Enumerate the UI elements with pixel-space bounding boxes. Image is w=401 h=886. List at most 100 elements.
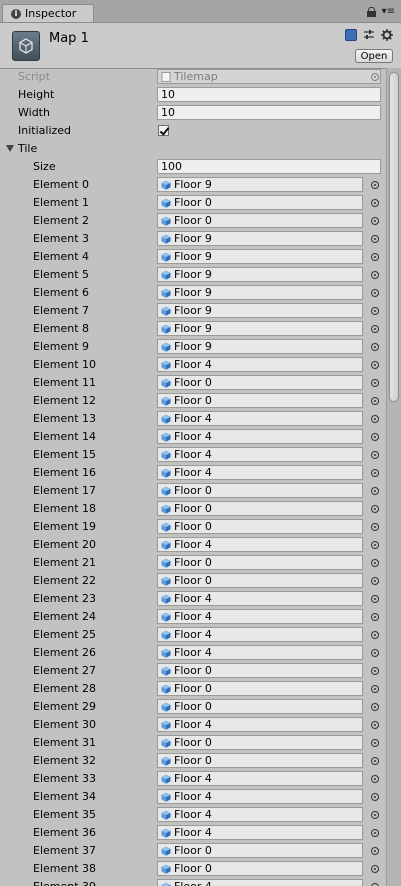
element-object-field[interactable]: Floor 0 [157,213,363,228]
element-object-field[interactable]: Floor 4 [157,627,363,642]
element-object-field[interactable]: Floor 4 [157,465,363,480]
element-object-field[interactable]: Floor 4 [157,771,363,786]
tab-menu-icon[interactable]: ▾≡ [382,6,395,17]
tab-inspector[interactable]: i Inspector [2,4,94,22]
height-row: Height 10 [0,86,386,104]
script-value: Tilemap [174,70,218,83]
element-object-field[interactable]: Floor 9 [157,249,363,264]
object-picker-icon[interactable] [371,847,379,855]
element-label: Element 30 [33,718,97,731]
object-picker-icon[interactable] [371,775,379,783]
object-picker-icon[interactable] [371,361,379,369]
object-picker-icon[interactable] [371,469,379,477]
element-object-field[interactable]: Floor 4 [157,591,363,606]
element-object-field[interactable]: Floor 9 [157,303,363,318]
scroll-thumb[interactable] [389,72,399,402]
object-picker-icon[interactable] [371,865,379,873]
object-picker-icon[interactable] [371,433,379,441]
object-picker-icon[interactable] [371,613,379,621]
height-input[interactable]: 10 [157,87,381,102]
open-button[interactable]: Open [355,49,393,63]
element-object-field[interactable]: Floor 4 [157,645,363,660]
object-picker-icon[interactable] [371,595,379,603]
object-picker-icon[interactable] [371,289,379,297]
element-object-field[interactable]: Floor 0 [157,375,363,390]
object-picker-icon[interactable] [371,523,379,531]
object-picker-icon[interactable] [371,739,379,747]
object-picker-icon[interactable] [371,757,379,765]
element-object-field[interactable]: Floor 0 [157,861,363,876]
lock-icon[interactable] [366,6,376,17]
prefab-cube-icon [161,846,171,856]
settings-gear-icon[interactable] [381,29,393,41]
object-picker-icon[interactable] [371,181,379,189]
object-picker-icon[interactable] [371,271,379,279]
element-object-field[interactable]: Floor 4 [157,357,363,372]
element-object-field[interactable]: Floor 0 [157,573,363,588]
element-object-field[interactable]: Floor 4 [157,429,363,444]
object-picker-icon[interactable] [371,343,379,351]
object-picker-icon[interactable] [371,577,379,585]
element-object-field[interactable]: Floor 0 [157,555,363,570]
element-object-field[interactable]: Floor 9 [157,231,363,246]
object-picker-icon[interactable] [371,307,379,315]
element-object-field[interactable]: Floor 4 [157,609,363,624]
element-object-field[interactable]: Floor 0 [157,519,363,534]
element-object-field[interactable]: Floor 9 [157,177,363,192]
element-object-field[interactable]: Floor 0 [157,501,363,516]
element-object-field[interactable]: Floor 4 [157,825,363,840]
element-object-field[interactable]: Floor 0 [157,699,363,714]
object-picker-icon[interactable] [371,487,379,495]
element-object-field[interactable]: Floor 0 [157,663,363,678]
object-picker-icon[interactable] [371,559,379,567]
element-object-field[interactable]: Floor 4 [157,879,363,886]
initialized-checkbox[interactable] [158,125,169,136]
object-picker-icon[interactable] [371,631,379,639]
object-picker-icon[interactable] [371,415,379,423]
element-object-field[interactable]: Floor 0 [157,393,363,408]
element-object-field[interactable]: Floor 0 [157,735,363,750]
element-object-field[interactable]: Floor 0 [157,753,363,768]
width-input[interactable]: 10 [157,105,381,120]
object-picker-icon[interactable] [371,721,379,729]
object-picker-icon[interactable] [371,649,379,657]
object-picker-icon[interactable] [371,325,379,333]
vertical-scrollbar[interactable] [386,68,401,886]
object-picker-icon[interactable] [371,235,379,243]
tile-foldout[interactable]: Tile [0,140,386,158]
element-object-field[interactable]: Floor 9 [157,339,363,354]
object-picker-icon[interactable] [371,217,379,225]
element-object-field[interactable]: Floor 0 [157,681,363,696]
object-picker-icon[interactable] [371,541,379,549]
object-picker-icon[interactable] [371,793,379,801]
list-item: Element 23 Floor 4 [0,590,386,608]
element-object-field[interactable]: Floor 9 [157,267,363,282]
size-input[interactable]: 100 [157,159,381,174]
element-object-field[interactable]: Floor 4 [157,447,363,462]
element-object-field[interactable]: Floor 0 [157,483,363,498]
object-picker-icon[interactable] [371,253,379,261]
object-picker-icon[interactable] [371,703,379,711]
object-picker-icon[interactable] [371,685,379,693]
element-object-field[interactable]: Floor 9 [157,321,363,336]
object-picker-icon[interactable] [371,811,379,819]
element-object-field[interactable]: Floor 4 [157,789,363,804]
object-picker-icon[interactable] [371,667,379,675]
element-object-field[interactable]: Floor 4 [157,537,363,552]
element-object-field[interactable]: Floor 4 [157,411,363,426]
object-picker-icon[interactable] [371,505,379,513]
presets-icon[interactable] [363,29,375,41]
object-picker-icon[interactable] [371,829,379,837]
element-object-field[interactable]: Floor 0 [157,843,363,858]
object-picker-icon[interactable] [371,199,379,207]
object-picker-icon[interactable] [371,397,379,405]
element-object-field[interactable]: Floor 0 [157,195,363,210]
element-object-field[interactable]: Floor 9 [157,285,363,300]
element-object-field[interactable]: Floor 4 [157,807,363,822]
element-object-field[interactable]: Floor 4 [157,717,363,732]
object-picker-icon[interactable] [371,379,379,387]
foldout-arrow-icon[interactable] [6,145,14,152]
object-picker-icon[interactable] [371,451,379,459]
help-book-icon[interactable] [345,29,357,41]
prefab-cube-icon [161,252,171,262]
